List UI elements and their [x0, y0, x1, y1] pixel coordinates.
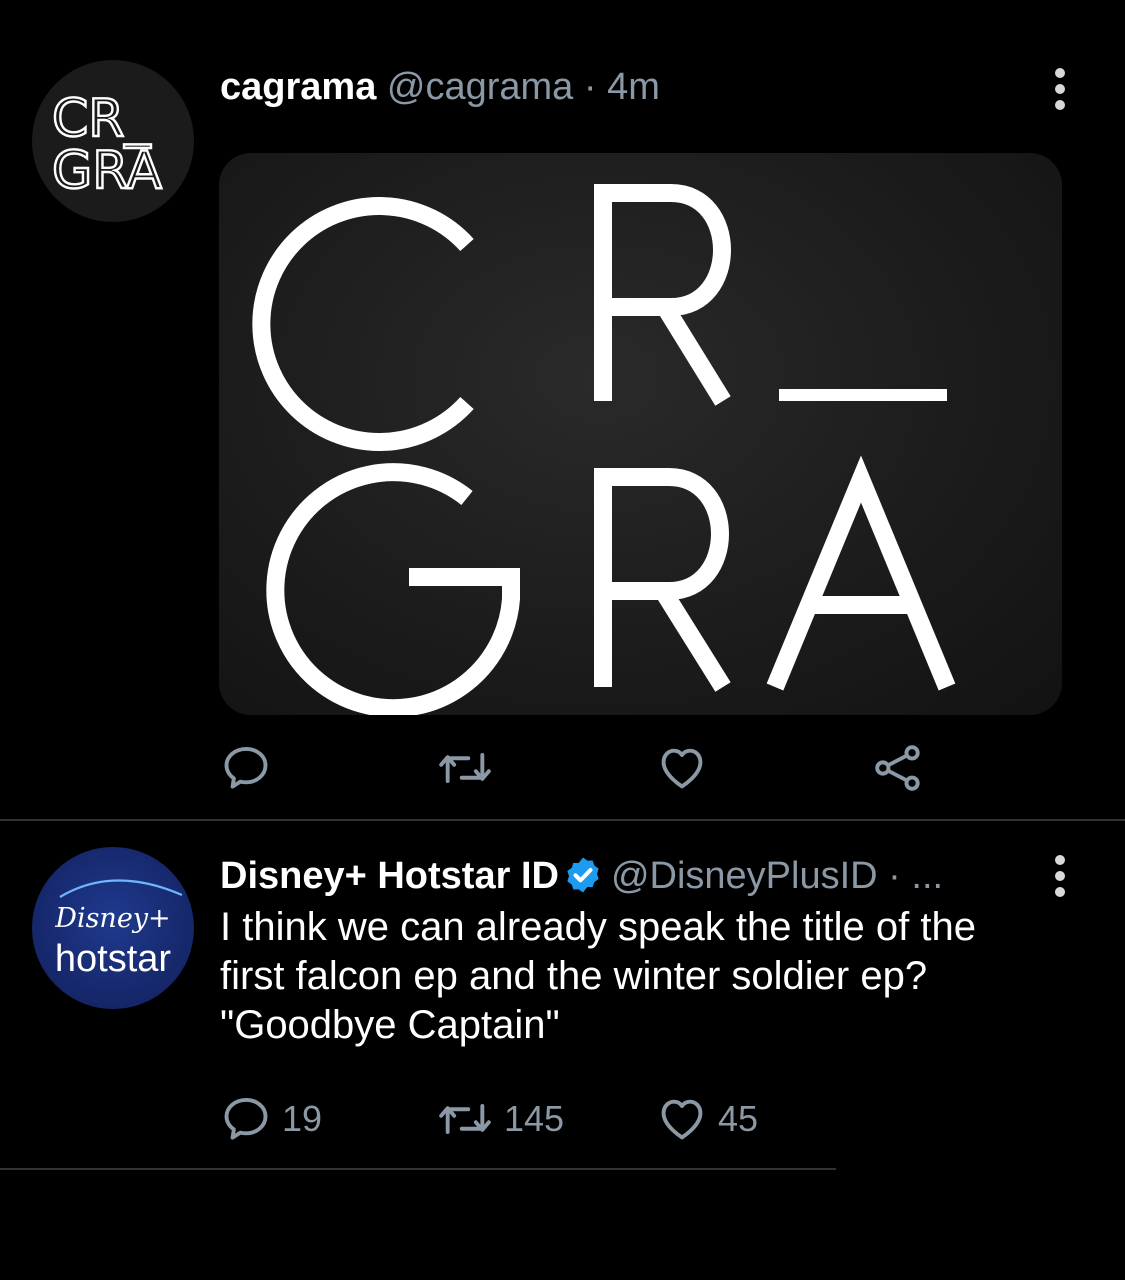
logo-letter-r — [594, 184, 731, 406]
logo-disney-text: Disney+ — [54, 903, 170, 934]
retweet-icon — [439, 753, 491, 783]
retweet-button[interactable]: 145 — [436, 1089, 564, 1149]
cr-gra-logo-small: CR_ GRA — [51, 88, 164, 202]
logo-letter-a — [766, 455, 956, 691]
share-button[interactable] — [872, 738, 924, 798]
tweet-text-line: first falcon ep and the winter soldier e… — [220, 954, 928, 998]
more-options-button[interactable] — [1043, 66, 1077, 112]
tweet-actions — [0, 738, 1125, 798]
verified-badge-icon — [567, 857, 599, 893]
more-dot-icon — [1055, 871, 1065, 881]
header-separator: · — [583, 66, 597, 108]
more-dot-icon — [1055, 100, 1065, 110]
user-handle[interactable]: @cagrama — [387, 66, 573, 108]
tweet-cagrama[interactable]: CR_ GRA cagrama @cagrama · 4m — [0, 0, 1125, 820]
logo-letter-c — [252, 197, 474, 451]
avatar-disneyplusid[interactable]: Disney+ hotstar — [32, 847, 194, 1009]
tweet-time[interactable]: 4m — [607, 66, 660, 108]
more-dot-icon — [1055, 68, 1065, 78]
tweet-media-image[interactable] — [219, 153, 1062, 715]
logo-arc — [59, 879, 183, 898]
logo-hotstar-text: hotstar — [55, 938, 172, 980]
share-icon — [875, 745, 920, 791]
reply-icon — [224, 746, 268, 789]
retweet-button[interactable] — [436, 738, 504, 798]
more-dot-icon — [1055, 887, 1065, 897]
reply-count: 19 — [282, 1098, 323, 1139]
tweet-header: Disney+ Hotstar ID @DisneyPlusID · ... — [220, 853, 943, 899]
like-button[interactable] — [656, 738, 718, 798]
retweet-count: 145 — [504, 1098, 565, 1139]
user-handle[interactable]: @DisneyPlusID — [611, 855, 878, 897]
more-options-button[interactable] — [1043, 853, 1077, 899]
like-count: 45 — [718, 1098, 759, 1139]
tweet-divider — [0, 1168, 836, 1170]
tweet-text: I think we can already speak the title o… — [220, 903, 1100, 1050]
more-dot-icon — [1055, 855, 1065, 865]
display-name[interactable]: cagrama — [220, 66, 376, 108]
like-button[interactable]: 45 — [656, 1089, 758, 1149]
retweet-icon — [439, 1104, 491, 1134]
reply-button[interactable] — [220, 738, 282, 798]
cr-gra-logo-large — [252, 184, 956, 715]
heart-icon — [661, 1099, 703, 1140]
logo-letter-g — [266, 463, 520, 715]
logo-underscore — [779, 389, 947, 401]
tweet-time[interactable]: ... — [911, 855, 943, 897]
header-separator: · — [888, 855, 901, 897]
heart-icon — [661, 748, 703, 789]
display-name[interactable]: Disney+ Hotstar ID — [220, 855, 559, 897]
logo-letter-r2 — [594, 468, 731, 692]
disney-hotstar-logo: Disney+ hotstar — [54, 879, 183, 980]
tweet-disneyplusid[interactable]: Disney+ hotstar Disney+ Hotstar ID @Disn… — [0, 821, 1125, 1169]
avatar-cagrama[interactable]: CR_ GRA — [32, 60, 194, 222]
more-dot-icon — [1055, 84, 1065, 94]
tweet-actions: 19 145 45 — [0, 1089, 1125, 1149]
avatar-logo-line-2: GRA — [52, 141, 162, 201]
tweet-text-line: I think we can already speak the title o… — [220, 905, 976, 949]
reply-button[interactable]: 19 — [220, 1089, 322, 1149]
avatar-logo-line-1: CR_ — [52, 89, 151, 149]
reply-icon — [224, 1097, 268, 1140]
tweet-header: cagrama @cagrama · 4m — [220, 64, 660, 110]
tweet-text-line: "Goodbye Captain" — [220, 1003, 560, 1047]
